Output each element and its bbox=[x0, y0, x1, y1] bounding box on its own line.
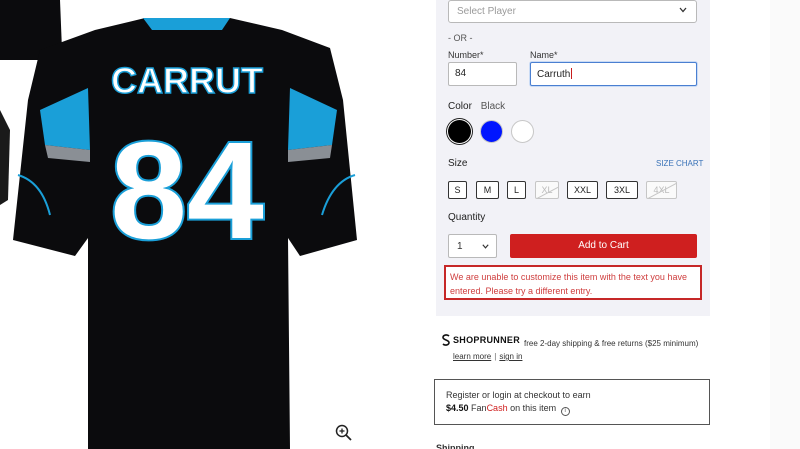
fancash-cash: Cash bbox=[486, 403, 508, 413]
select-player-placeholder: Select Player bbox=[457, 6, 516, 17]
size-chart-link[interactable]: SIZE CHART bbox=[656, 159, 703, 168]
info-icon[interactable]: i bbox=[560, 407, 570, 416]
shoprunner-promo: SHOPRUNNER free 2-day shipping & free re… bbox=[441, 334, 741, 361]
name-field[interactable]: Carruth bbox=[530, 62, 697, 86]
product-image-area: CARRUT 84 bbox=[0, 0, 420, 449]
color-row: Color Black bbox=[448, 101, 505, 112]
number-label: Number* bbox=[448, 50, 484, 60]
quantity-label: Quantity bbox=[448, 212, 486, 223]
left-partial-jersey-side bbox=[0, 110, 10, 205]
quantity-value: 1 bbox=[457, 241, 463, 252]
shoprunner-logo: SHOPRUNNER bbox=[441, 334, 520, 346]
shoprunner-description: free 2-day shipping & free returns ($25 … bbox=[524, 339, 699, 348]
shoprunner-links: learn more | sign in bbox=[453, 352, 741, 361]
name-value: Carruth bbox=[537, 69, 571, 80]
number-field[interactable]: 84 bbox=[448, 62, 517, 86]
size-4xl-button[interactable]: 4XL bbox=[646, 181, 677, 199]
jersey-number-text: 84 bbox=[110, 114, 264, 268]
color-label: Color bbox=[448, 101, 472, 112]
add-to-cart-button[interactable]: Add to Cart bbox=[510, 234, 697, 258]
name-label: Name* bbox=[530, 50, 558, 60]
size-3xl-button[interactable]: 3XL bbox=[606, 181, 638, 199]
or-divider: - OR - bbox=[448, 33, 473, 43]
error-message: We are unable to customize this item wit… bbox=[444, 265, 702, 300]
fancash-amount: $4.50 bbox=[446, 403, 469, 413]
learn-more-link[interactable]: learn more bbox=[453, 352, 491, 361]
right-gutter bbox=[770, 0, 800, 449]
size-s-button[interactable]: S bbox=[448, 181, 467, 199]
jersey-collar bbox=[143, 18, 230, 30]
swatch-black[interactable] bbox=[448, 120, 471, 143]
quantity-select[interactable]: 1 bbox=[448, 234, 497, 258]
shoprunner-icon bbox=[442, 334, 450, 346]
fancash-line2: $4.50 FanCash on this item i bbox=[446, 402, 698, 416]
size-m-button[interactable]: M bbox=[476, 181, 499, 199]
size-xxl-button[interactable]: XXL bbox=[567, 181, 598, 199]
zoom-icon[interactable] bbox=[335, 424, 353, 442]
shoprunner-logo-text: SHOPRUNNER bbox=[453, 335, 521, 345]
select-player-dropdown[interactable]: Select Player bbox=[448, 0, 697, 23]
link-separator: | bbox=[494, 352, 497, 361]
swatch-white[interactable] bbox=[511, 120, 534, 143]
size-l-button[interactable]: L bbox=[507, 181, 526, 199]
size-xl-button[interactable]: XL bbox=[535, 181, 559, 199]
jersey-name-text: CARRUT bbox=[111, 60, 263, 101]
size-label: Size bbox=[448, 158, 468, 169]
swatch-blue[interactable] bbox=[480, 120, 503, 143]
text-caret bbox=[571, 68, 573, 79]
fancash-line1: Register or login at checkout to earn bbox=[446, 390, 591, 400]
color-value: Black bbox=[480, 101, 506, 112]
chevron-down-icon bbox=[482, 244, 489, 249]
number-value: 84 bbox=[455, 68, 467, 79]
fancash-box: Register or login at checkout to earn $4… bbox=[434, 379, 710, 425]
sign-in-link[interactable]: sign in bbox=[499, 352, 522, 361]
fancash-suffix: on this item bbox=[510, 403, 557, 413]
shipping-heading-cutoff: Shipping bbox=[436, 443, 475, 449]
customize-panel: Select Player - OR - Number* Name* 84 Ca… bbox=[436, 0, 710, 316]
fancash-fan: Fan bbox=[471, 403, 487, 413]
chevron-down-icon bbox=[679, 7, 687, 13]
jersey-image: CARRUT 84 bbox=[0, 0, 357, 449]
